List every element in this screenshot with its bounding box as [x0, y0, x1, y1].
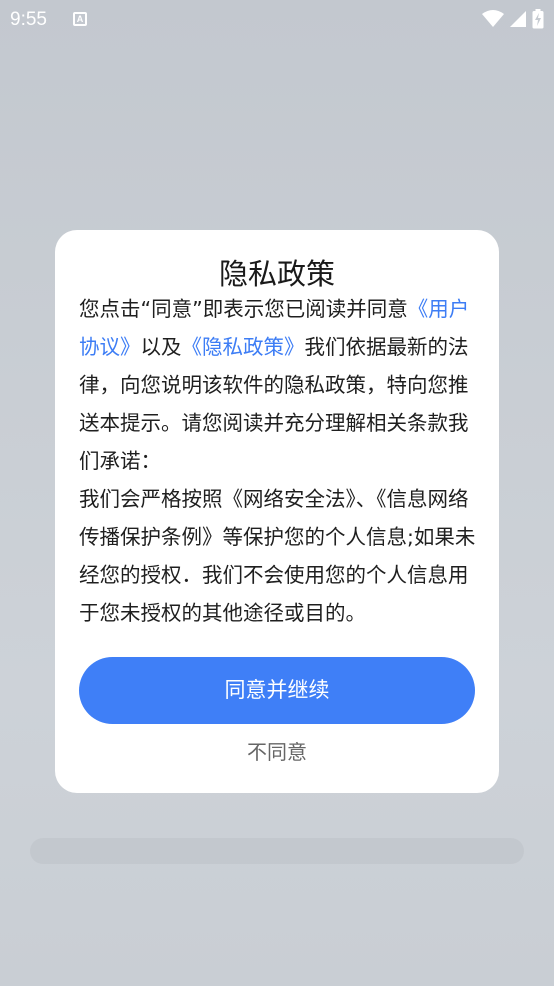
- notification-app-icon: A: [73, 12, 87, 26]
- disagree-button[interactable]: 不同意: [55, 736, 499, 765]
- body-text: 以及: [140, 335, 182, 359]
- cellular-signal-icon: [510, 11, 526, 27]
- agree-and-continue-button[interactable]: 同意并继续: [79, 657, 475, 724]
- dialog-body: 您点击“同意”即表示您已阅读并同意《用户协议》以及《隐私政策》我们依据最新的法律…: [79, 290, 479, 632]
- status-bar: 9:55 A: [0, 0, 554, 40]
- body-text-commitment: 我们会严格按照《网络安全法》、《信息网络传播保护条例》等保护您的个人信息;如果未…: [79, 487, 476, 625]
- privacy-policy-link[interactable]: 《隐私政策》: [182, 335, 305, 359]
- body-text: 您点击“同意”即表示您已阅读并同意: [79, 297, 408, 321]
- background-card: [30, 838, 524, 864]
- wifi-icon: [482, 10, 504, 27]
- status-time: 9:55: [10, 9, 47, 30]
- battery-charging-icon: [532, 9, 544, 29]
- status-icons: [482, 9, 544, 29]
- privacy-policy-dialog: 隐私政策 您点击“同意”即表示您已阅读并同意《用户协议》以及《隐私政策》我们依据…: [55, 230, 499, 793]
